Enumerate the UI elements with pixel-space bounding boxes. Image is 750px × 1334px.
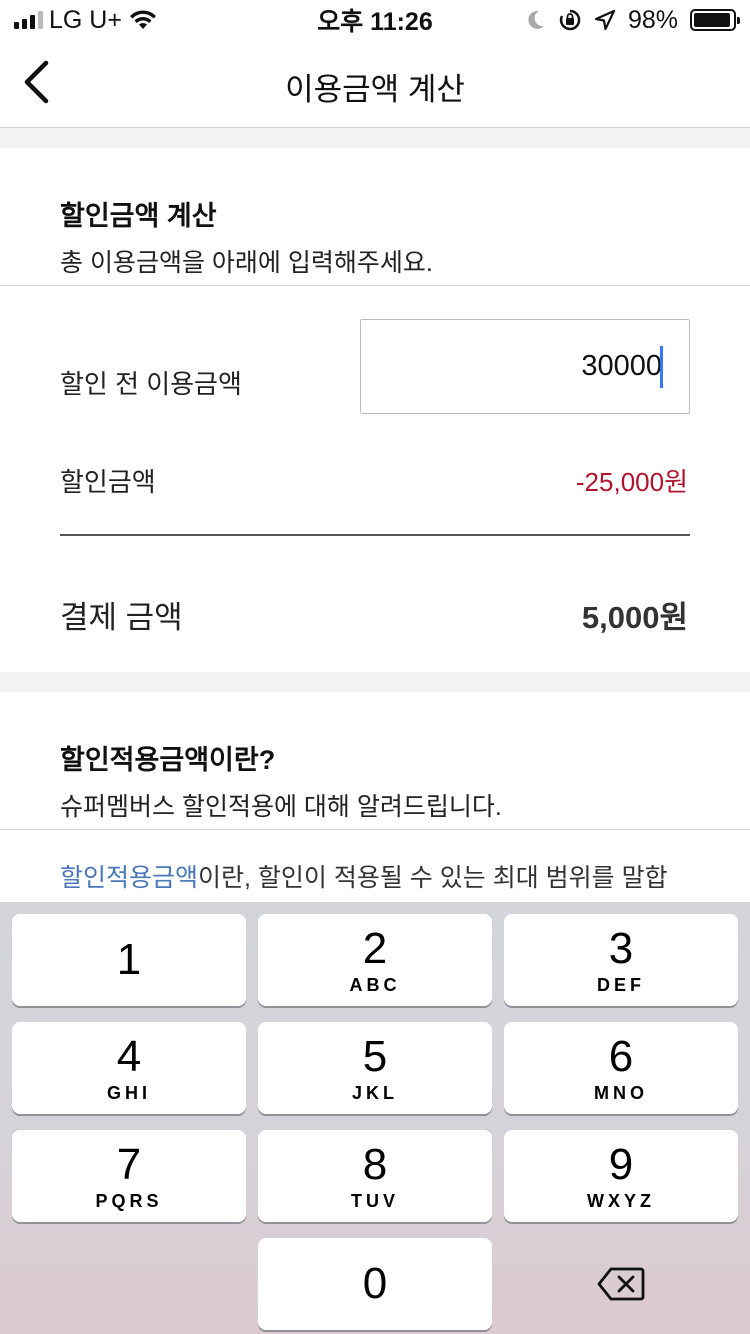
battery-percent: 98% <box>627 5 678 34</box>
key-digit: 0 <box>362 1259 388 1308</box>
key-5[interactable]: 5 JKL <box>258 1022 492 1114</box>
key-letters: DEF <box>597 974 645 995</box>
key-6[interactable]: 6 MNO <box>504 1022 738 1114</box>
info-card-header: 할인적용금액이란? 슈퍼멤버스 할인적용에 대해 알려드립니다. <box>0 692 750 830</box>
calc-title: 할인금액 계산 <box>60 201 217 231</box>
status-left: LG U+ <box>14 6 264 35</box>
battery-icon <box>690 9 740 31</box>
key-letters: ABC <box>349 974 401 995</box>
rotation-lock-icon <box>559 9 581 31</box>
info-title: 할인적용금액이란? <box>60 745 276 775</box>
key-letters: TUV <box>351 1190 399 1211</box>
key-digit: 8 <box>362 1139 388 1189</box>
key-0[interactable]: 0 <box>258 1238 492 1330</box>
key-1[interactable]: 1 <box>12 914 246 1006</box>
discount-label: 할인금액 <box>60 467 156 497</box>
moon-icon <box>528 10 544 29</box>
key-3[interactable]: 3 DEF <box>504 914 738 1006</box>
pay-amount-label: 결제 금액 <box>60 600 183 635</box>
key-digit: 2 <box>362 923 388 973</box>
key-digit: 1 <box>116 935 142 984</box>
info-text: 할인적용금액이란, 할인이 적용될 수 있는 최대 범위를 말합 <box>60 858 668 894</box>
key-digit: 3 <box>608 923 634 973</box>
key-letters: JKL <box>351 1082 398 1103</box>
calc-subtitle: 총 이용금액을 아래에 입력해주세요. <box>60 249 433 277</box>
info-text-rest: 이란, 할인이 적용될 수 있는 최대 범위를 말합 <box>198 864 668 892</box>
discount-value: -25,000원 <box>575 467 688 497</box>
key-letters: PQRS <box>95 1190 163 1211</box>
before-amount-label: 할인 전 이용금액 <box>60 369 242 399</box>
wifi-icon <box>129 10 156 29</box>
calc-card-header: 할인금액 계산 총 이용금액을 아래에 입력해주세요. <box>0 148 750 286</box>
key-digit: 5 <box>362 1031 388 1081</box>
page-title: 이용금액 계산 <box>285 72 465 107</box>
pay-amount-value: 5,000원 <box>581 600 688 635</box>
status-right: 98% <box>486 5 740 35</box>
location-icon <box>594 9 616 31</box>
key-digit: 9 <box>608 1139 634 1189</box>
key-4[interactable]: 4 GHI <box>12 1022 246 1114</box>
delete-key[interactable] <box>504 1238 738 1330</box>
clock: 오후 11:26 <box>317 8 433 36</box>
backspace-icon <box>597 1267 645 1301</box>
nav-header: 이용금액 계산 <box>0 40 750 128</box>
carrier-label: LG U+ <box>49 5 122 34</box>
numeric-keyboard: 1 2 ABC 3 DEF 4 GHI 5 JKL 6 MNO 7 PQRS 8… <box>0 902 750 1334</box>
amount-input[interactable]: 30000 <box>360 319 690 414</box>
key-digit: 7 <box>116 1139 142 1189</box>
key-digit: 4 <box>116 1031 142 1081</box>
info-card: 할인적용금액이란? 슈퍼멤버스 할인적용에 대해 알려드립니다. 할인적용금액이… <box>0 692 750 904</box>
key-digit: 6 <box>608 1031 634 1081</box>
key-9[interactable]: 9 WXYZ <box>504 1130 738 1222</box>
key-letters: MNO <box>594 1082 648 1103</box>
key-8[interactable]: 8 TUV <box>258 1130 492 1222</box>
key-letters: WXYZ <box>587 1190 655 1211</box>
info-highlight-link[interactable]: 할인적용금액 <box>60 864 198 892</box>
discount-calc-card: 할인금액 계산 총 이용금액을 아래에 입력해주세요. 할인 전 이용금액 30… <box>0 148 750 672</box>
divider <box>60 534 690 536</box>
key-2[interactable]: 2 ABC <box>258 914 492 1006</box>
text-caret <box>660 345 663 388</box>
key-letters: GHI <box>106 1082 151 1103</box>
amount-input-value: 30000 <box>581 350 662 382</box>
status-bar: LG U+ 오후 11:26 98% <box>0 0 750 40</box>
signal-icon <box>14 11 43 29</box>
key-7[interactable]: 7 PQRS <box>12 1130 246 1222</box>
info-subtitle: 슈퍼멤버스 할인적용에 대해 알려드립니다. <box>60 793 502 821</box>
